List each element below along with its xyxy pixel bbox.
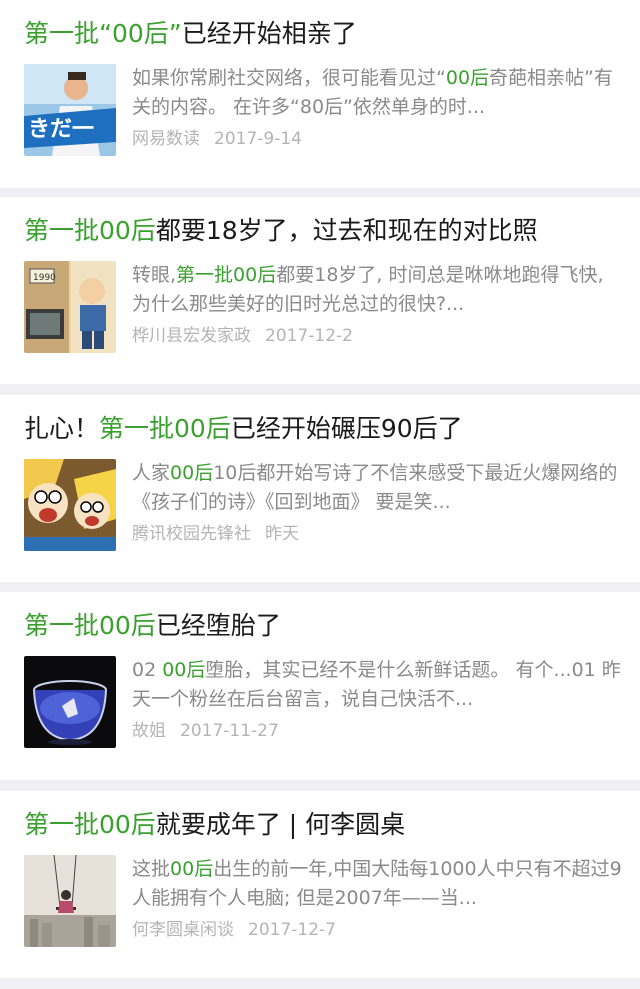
text-segment: 就要成年了 | 何李圆桌 [155,810,406,839]
article-date: 昨天 [265,524,299,544]
text-segment: 都要18岁了，过去和现在的对比照 [155,216,538,245]
highlight-keyword: 第一批00后 [24,216,156,245]
text-segment: 已经开始相亲了 [181,19,357,48]
cartoon-comparison-image: 1990 [24,261,116,353]
article-title[interactable]: 第一批00后都要18岁了，过去和现在的对比照 [24,213,622,249]
highlight-keyword: 00后 [445,67,490,89]
article-source[interactable]: 腾讯校园先锋社 [132,524,251,544]
highlight-keyword: 第一批00后 [24,810,156,839]
text-segment: 转眼, [132,264,177,286]
article-source[interactable]: 桦川县宏发家政 [132,326,251,346]
article-source[interactable]: 网易数读 [132,129,200,149]
article-date: 2017-12-2 [265,326,353,346]
text-segment: 02 [132,659,163,681]
highlight-keyword: 第一批00后 [24,611,156,640]
text-segment: 堕胎，其实已经不是什么新鲜话题。 有个...01 昨天一个粉丝在后台留言，说自己… [132,659,621,710]
highlight-keyword: 第一批 [24,19,100,48]
text-segment: 这批 [132,858,171,880]
banner-text: きだ一 [28,117,94,142]
article-title[interactable]: 第一批“00后”已经开始相亲了 [24,16,622,52]
text-segment: 已经堕胎了 [155,611,281,640]
article-source[interactable]: 故姐 [132,721,166,741]
highlight-keyword: 第一批00后 [99,414,231,443]
article-summary: 02 00后堕胎，其实已经不是什么新鲜话题。 有个...01 昨天一个粉丝在后台… [132,656,622,714]
highlight-keyword: 第一批00后 [176,264,277,286]
article-source[interactable]: 何李圆桌闲谈 [132,920,234,940]
article-summary: 如果你常刷社交网络，很可能看见过“00后奇葩相亲帖”有关的内容。 在许多“80后… [132,64,622,122]
article-summary: 转眼,第一批00后都要18岁了, 时间总是咻咻地跑得飞快,为什么那些美好的旧时光… [132,261,622,319]
article-date: 2017-11-27 [180,721,279,741]
text-segment: 人家 [132,462,171,484]
text-segment: 扎心！ [24,414,100,443]
highlight-keyword: “00后” [99,19,182,48]
article-title[interactable]: 第一批00后就要成年了 | 何李圆桌 [24,807,622,843]
swing-city-image [24,855,116,947]
article-card[interactable]: 第一批00后已经堕胎了 02 00后堕胎，其实已经不是什么新鲜话题。 有个...… [0,592,640,780]
text-segment: 如果你常刷社交网络，很可能看见过“ [132,67,446,89]
highlight-keyword: 00后 [170,462,214,484]
article-date: 2017-9-14 [214,129,302,149]
highlight-keyword: 00后 [162,659,206,681]
article-title[interactable]: 扎心！第一批00后已经开始碾压90后了 [24,411,622,447]
calendar-year-text: 1990 [33,273,56,283]
article-meta: 桦川县宏发家政 2017-12-2 [132,321,622,351]
article-meta: 故姐 2017-11-27 [132,716,622,746]
text-segment: 已经开始碾压90后了 [230,414,463,443]
shocked-cartoon-image [24,459,116,551]
article-meta: 网易数读 2017-9-14 [132,124,622,154]
article-meta: 何李圆桌闲谈 2017-12-7 [132,915,622,945]
article-card[interactable]: 第一批00后都要18岁了，过去和现在的对比照 1990 转眼,第一批00后都要1… [0,197,640,384]
article-card[interactable]: 第一批“00后”已经开始相亲了 きだ一 如果你常刷社交网络，很可能看见过“00后… [0,0,640,188]
article-card[interactable]: 第一批00后就要成年了 | 何李圆桌 这批00后出生的前一年,中国大陆每1000… [0,791,640,978]
glass-bowl-image [24,656,116,748]
article-card[interactable]: 扎心！第一批00后已经开始碾压90后了 人家00后10后都开始写诗了不信来感受下… [0,395,640,582]
article-summary: 这批00后出生的前一年,中国大陆每1000人中只有不超过9人能拥有个人电脑; 但… [132,855,622,913]
highlight-keyword: 00后 [170,858,214,880]
article-meta: 腾讯校园先锋社 昨天 [132,519,622,549]
article-summary: 人家00后10后都开始写诗了不信来感受下最近火爆网络的 《孩子们的诗》《回到地面… [132,459,622,517]
person-banner-image: きだ一 [24,64,116,156]
article-date: 2017-12-7 [248,920,336,940]
article-title[interactable]: 第一批00后已经堕胎了 [24,608,622,644]
